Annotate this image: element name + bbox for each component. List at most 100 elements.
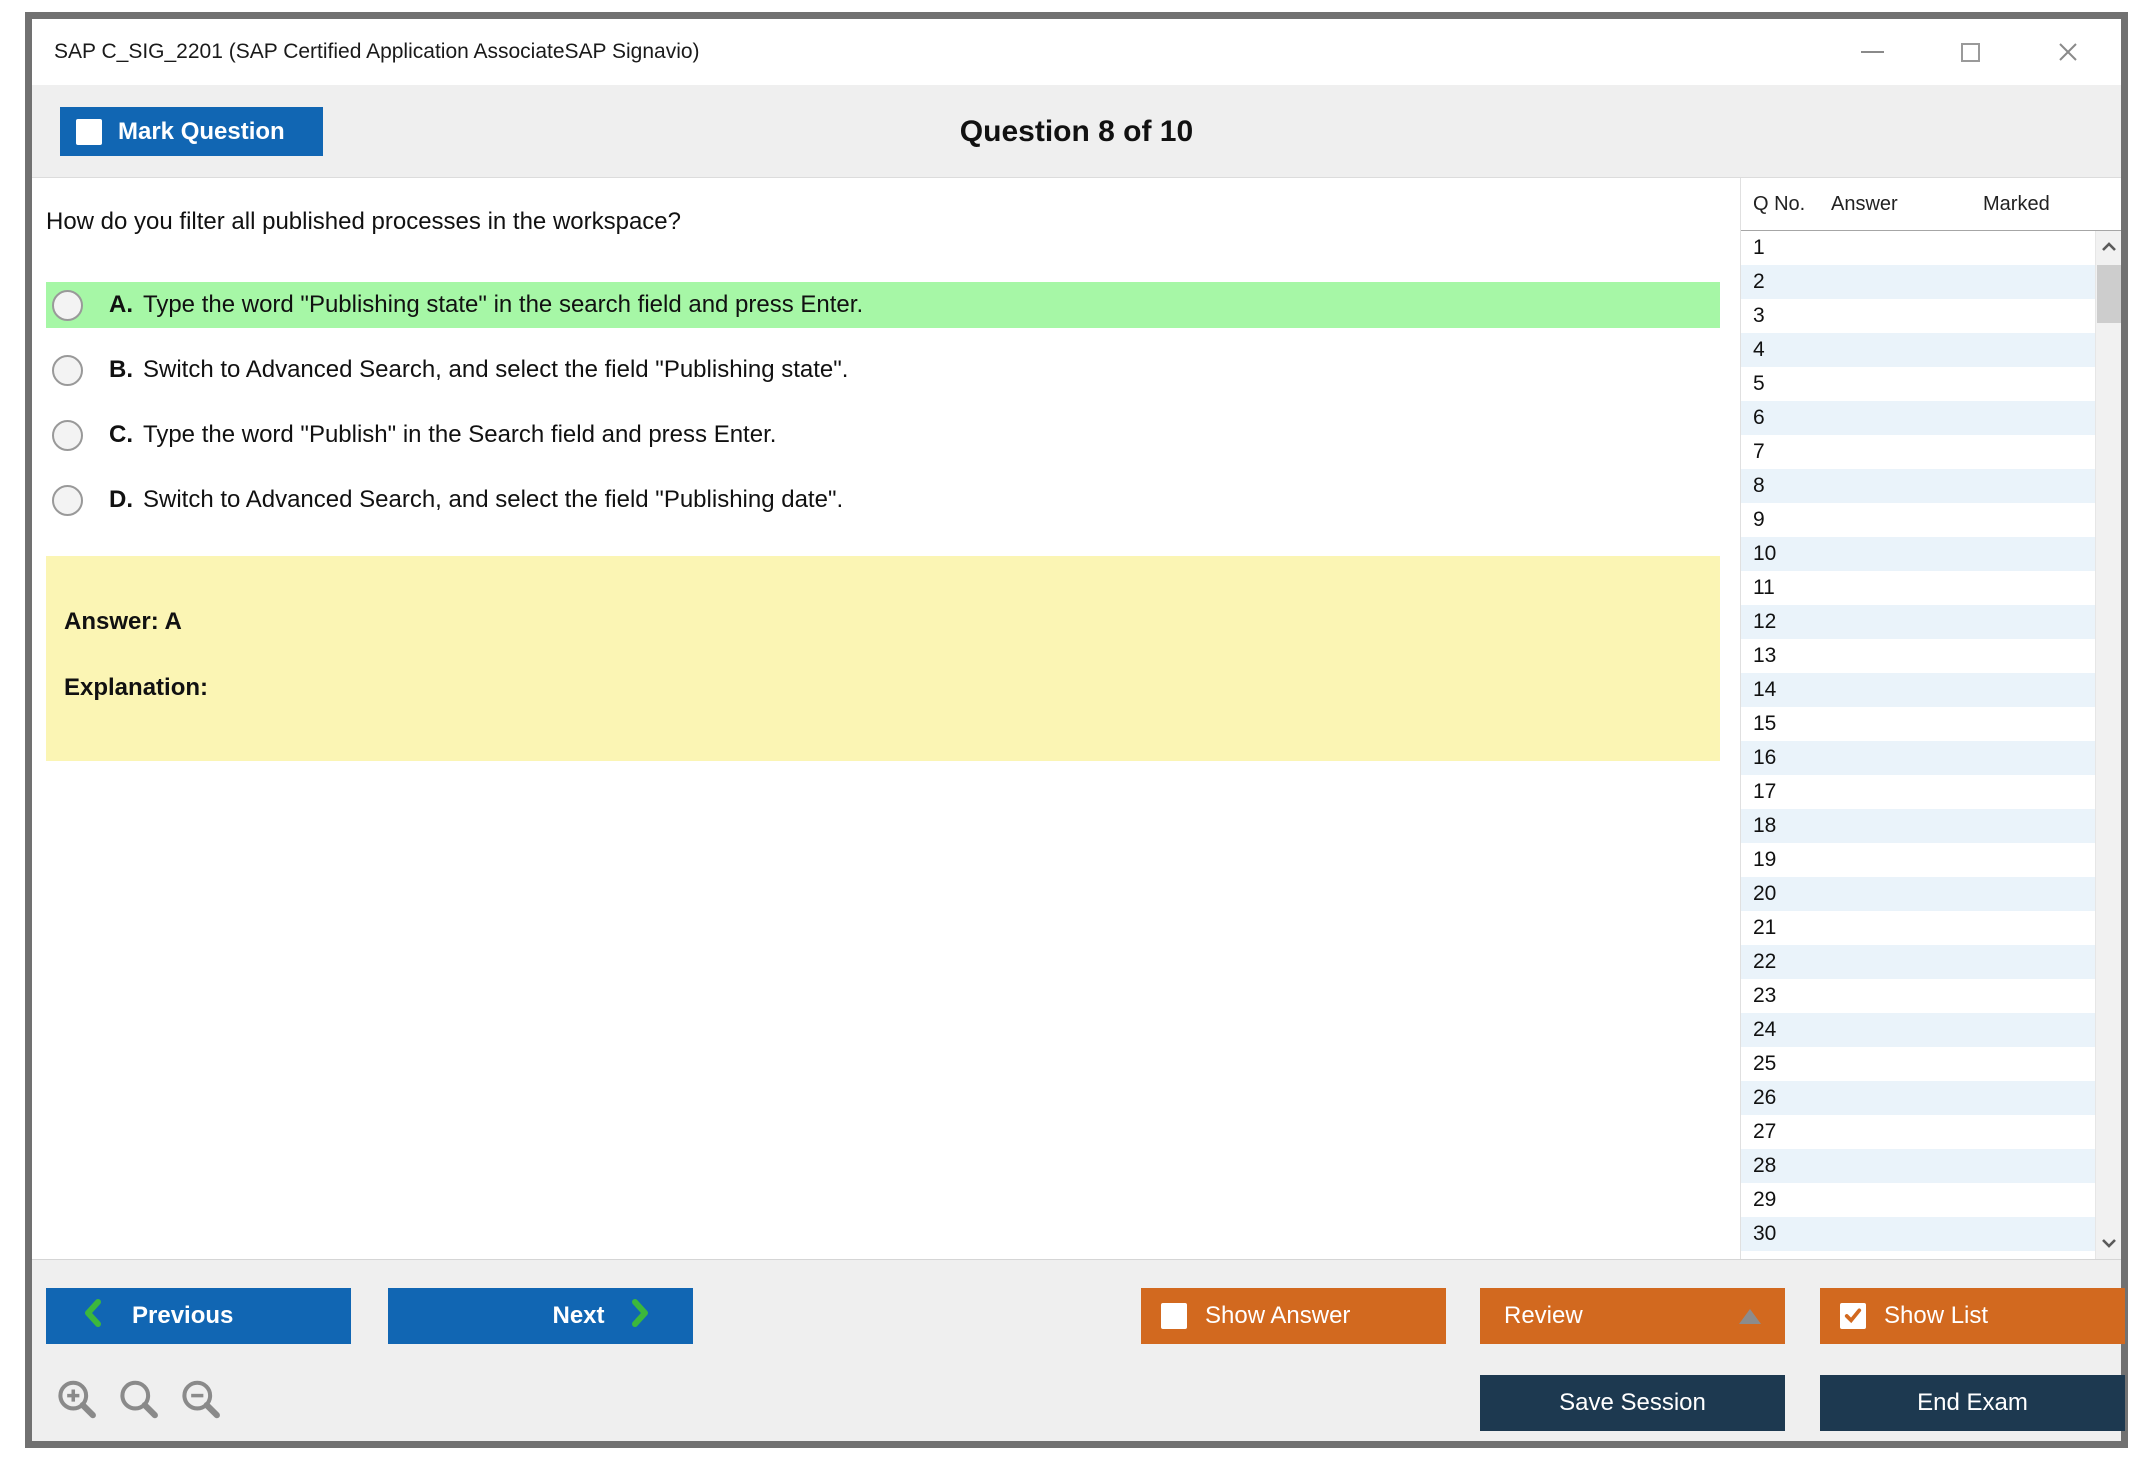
question-list-row[interactable]: 8 [1741, 469, 2095, 503]
scroll-down-icon[interactable] [2096, 1229, 2121, 1257]
question-list-row[interactable]: 17 [1741, 775, 2095, 809]
zoom-toolbar [55, 1378, 225, 1429]
radio-button[interactable] [52, 419, 83, 451]
scrollbar-thumb[interactable] [2097, 265, 2121, 323]
scroll-up-icon[interactable] [2096, 233, 2121, 261]
question-list-row[interactable]: 2 [1741, 265, 2095, 299]
question-list-row[interactable]: 4 [1741, 333, 2095, 367]
option-text: Switch to Advanced Search, and select th… [143, 486, 844, 513]
option-row-c[interactable]: C. Type the word "Publish" in the Search… [46, 412, 1720, 458]
minimize-icon[interactable] [1859, 39, 1885, 65]
question-number: 18 [1753, 814, 1777, 837]
close-icon[interactable] [2055, 39, 2081, 65]
mark-question-checkbox[interactable] [76, 118, 102, 145]
show-list-button[interactable]: Show List [1820, 1288, 2125, 1344]
question-number: 22 [1753, 950, 1777, 973]
question-list-row[interactable]: 23 [1741, 979, 2095, 1013]
previous-button[interactable]: Previous [46, 1288, 351, 1344]
explanation-label: Explanation: [64, 674, 209, 701]
question-list-panel: Q No. Answer Marked 1 2 3 4 5 6 7 8 9 10 11 12 13 14 1… [1740, 178, 2121, 1259]
radio-button[interactable] [52, 484, 83, 516]
option-text: Type the word "Publishing state" in the … [143, 291, 864, 318]
question-list-scrollbar[interactable] [2095, 231, 2121, 1259]
column-header-marked: Marked [1983, 192, 2050, 215]
question-number: 14 [1753, 678, 1777, 701]
option-row-a[interactable]: A. Type the word "Publishing state" in t… [46, 282, 1720, 328]
review-button[interactable]: Review [1480, 1288, 1785, 1344]
maximize-icon[interactable] [1957, 39, 1983, 65]
question-list-row[interactable]: 15 [1741, 707, 2095, 741]
question-list-row[interactable]: 9 [1741, 503, 2095, 537]
question-list-row[interactable]: 27 [1741, 1115, 2095, 1149]
column-header-qno: Q No. [1753, 192, 1806, 215]
option-letter: C. [109, 421, 133, 448]
zoom-out-icon[interactable] [179, 1378, 225, 1429]
question-number: 2 [1753, 270, 1765, 293]
option-text: Switch to Advanced Search, and select th… [143, 356, 849, 383]
question-list-row[interactable]: 18 [1741, 809, 2095, 843]
column-header-answer: Answer [1831, 192, 1898, 215]
option-row-b[interactable]: B. Switch to Advanced Search, and select… [46, 347, 1720, 393]
question-number: 16 [1753, 746, 1777, 769]
question-list-row[interactable]: 14 [1741, 673, 2095, 707]
footer-bar: Previous Next Show Answer Review Show Li… [32, 1259, 2125, 1441]
show-list-label: Show List [1884, 1302, 1989, 1329]
question-list-row[interactable]: 20 [1741, 877, 2095, 911]
chevron-right-icon [631, 1298, 649, 1334]
option-letter: B. [109, 356, 133, 383]
show-list-checkbox[interactable] [1840, 1303, 1866, 1329]
exam-window: SAP C_SIG_2201 (SAP Certified Applicatio… [25, 12, 2128, 1448]
question-number: 7 [1753, 440, 1765, 463]
next-button[interactable]: Next [388, 1288, 693, 1344]
question-number: 12 [1753, 610, 1777, 633]
question-list-row[interactable]: 5 [1741, 367, 2095, 401]
question-number: 1 [1753, 236, 1765, 259]
question-number: 29 [1753, 1188, 1777, 1211]
question-number: 13 [1753, 644, 1777, 667]
question-list-row[interactable]: 7 [1741, 435, 2095, 469]
question-list-row[interactable]: 22 [1741, 945, 2095, 979]
question-list-row[interactable]: 6 [1741, 401, 2095, 435]
question-list-row[interactable]: 11 [1741, 571, 2095, 605]
question-number: 3 [1753, 304, 1765, 327]
question-number: 6 [1753, 406, 1765, 429]
question-number: 8 [1753, 474, 1765, 497]
radio-button[interactable] [52, 289, 83, 321]
question-list-row[interactable]: 12 [1741, 605, 2095, 639]
next-label: Next [552, 1302, 605, 1329]
question-list-row[interactable]: 28 [1741, 1149, 2095, 1183]
question-number: 15 [1753, 712, 1777, 735]
zoom-reset-icon[interactable] [117, 1378, 163, 1429]
zoom-in-icon[interactable] [55, 1378, 101, 1429]
mark-question-label: Mark Question [118, 117, 285, 145]
option-row-d[interactable]: D. Switch to Advanced Search, and select… [46, 477, 1720, 523]
question-number: 4 [1753, 338, 1765, 361]
question-list-row[interactable]: 25 [1741, 1047, 2095, 1081]
question-list-row[interactable]: 13 [1741, 639, 2095, 673]
radio-button[interactable] [52, 354, 83, 386]
question-panel: How do you filter all published processe… [32, 178, 1740, 1259]
end-exam-label: End Exam [1917, 1389, 2028, 1416]
show-answer-checkbox[interactable] [1161, 1303, 1187, 1329]
question-list-row[interactable]: 10 [1741, 537, 2095, 571]
triangle-up-icon [1739, 1308, 1761, 1324]
question-counter: Question 8 of 10 [959, 114, 1194, 148]
question-list-row[interactable]: 19 [1741, 843, 2095, 877]
question-list-row[interactable]: 16 [1741, 741, 2095, 775]
question-list-row[interactable]: 26 [1741, 1081, 2095, 1115]
question-list-row[interactable]: 3 [1741, 299, 2095, 333]
window-controls [1859, 19, 2081, 85]
question-list-row[interactable]: 24 [1741, 1013, 2095, 1047]
show-answer-button[interactable]: Show Answer [1141, 1288, 1446, 1344]
question-list-row[interactable]: 1 [1741, 231, 2095, 265]
options-list: A. Type the word "Publishing state" in t… [46, 282, 1740, 523]
mark-question-button[interactable]: Mark Question [60, 107, 323, 156]
question-list-row[interactable]: 29 [1741, 1183, 2095, 1217]
question-number: 23 [1753, 984, 1777, 1007]
question-list-row[interactable]: 21 [1741, 911, 2095, 945]
question-text: How do you filter all published processe… [46, 208, 682, 235]
question-list-row[interactable]: 30 [1741, 1217, 2095, 1251]
save-session-button[interactable]: Save Session [1480, 1375, 1785, 1431]
end-exam-button[interactable]: End Exam [1820, 1375, 2125, 1431]
question-number: 11 [1753, 576, 1775, 599]
